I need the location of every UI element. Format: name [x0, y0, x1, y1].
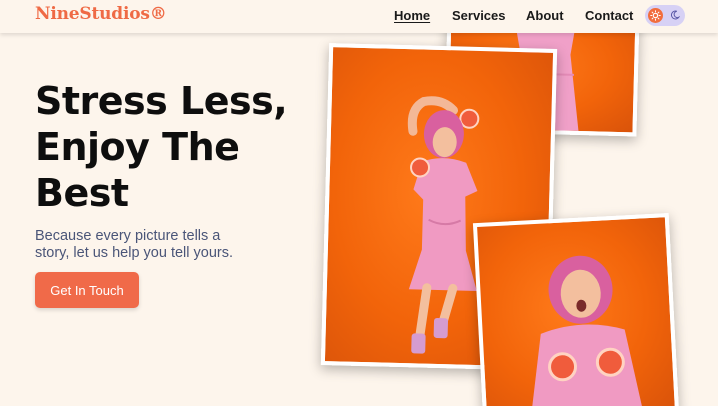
theme-toggle[interactable]	[645, 5, 685, 26]
nav-item-about[interactable]: About	[526, 8, 564, 23]
nav-item-contact[interactable]: Contact	[585, 8, 633, 23]
moon-icon	[668, 8, 682, 22]
hero-title-line: Stress Less,	[35, 79, 288, 123]
nav-links: Home Services About Contact	[0, 8, 718, 26]
hero-subtitle-line: story, let us help you tell yours.	[35, 245, 233, 261]
hero-title-line: Enjoy The	[35, 125, 240, 169]
nav-item-services[interactable]: Services	[452, 8, 506, 23]
sun-icon	[648, 8, 663, 23]
navbar: NineStudios® Home Services About Contact	[0, 0, 718, 33]
hero-title: Stress Less, Enjoy The Best	[35, 78, 335, 216]
hero-subtitle-line: Because every picture tells a	[35, 228, 221, 244]
get-in-touch-button[interactable]: Get In Touch	[35, 272, 139, 308]
nav-item-home[interactable]: Home	[394, 8, 430, 23]
gallery-photo-bottom	[472, 213, 680, 406]
hero-subtitle: Because every picture tells a story, let…	[35, 228, 265, 262]
hero-title-line: Best	[35, 171, 129, 215]
